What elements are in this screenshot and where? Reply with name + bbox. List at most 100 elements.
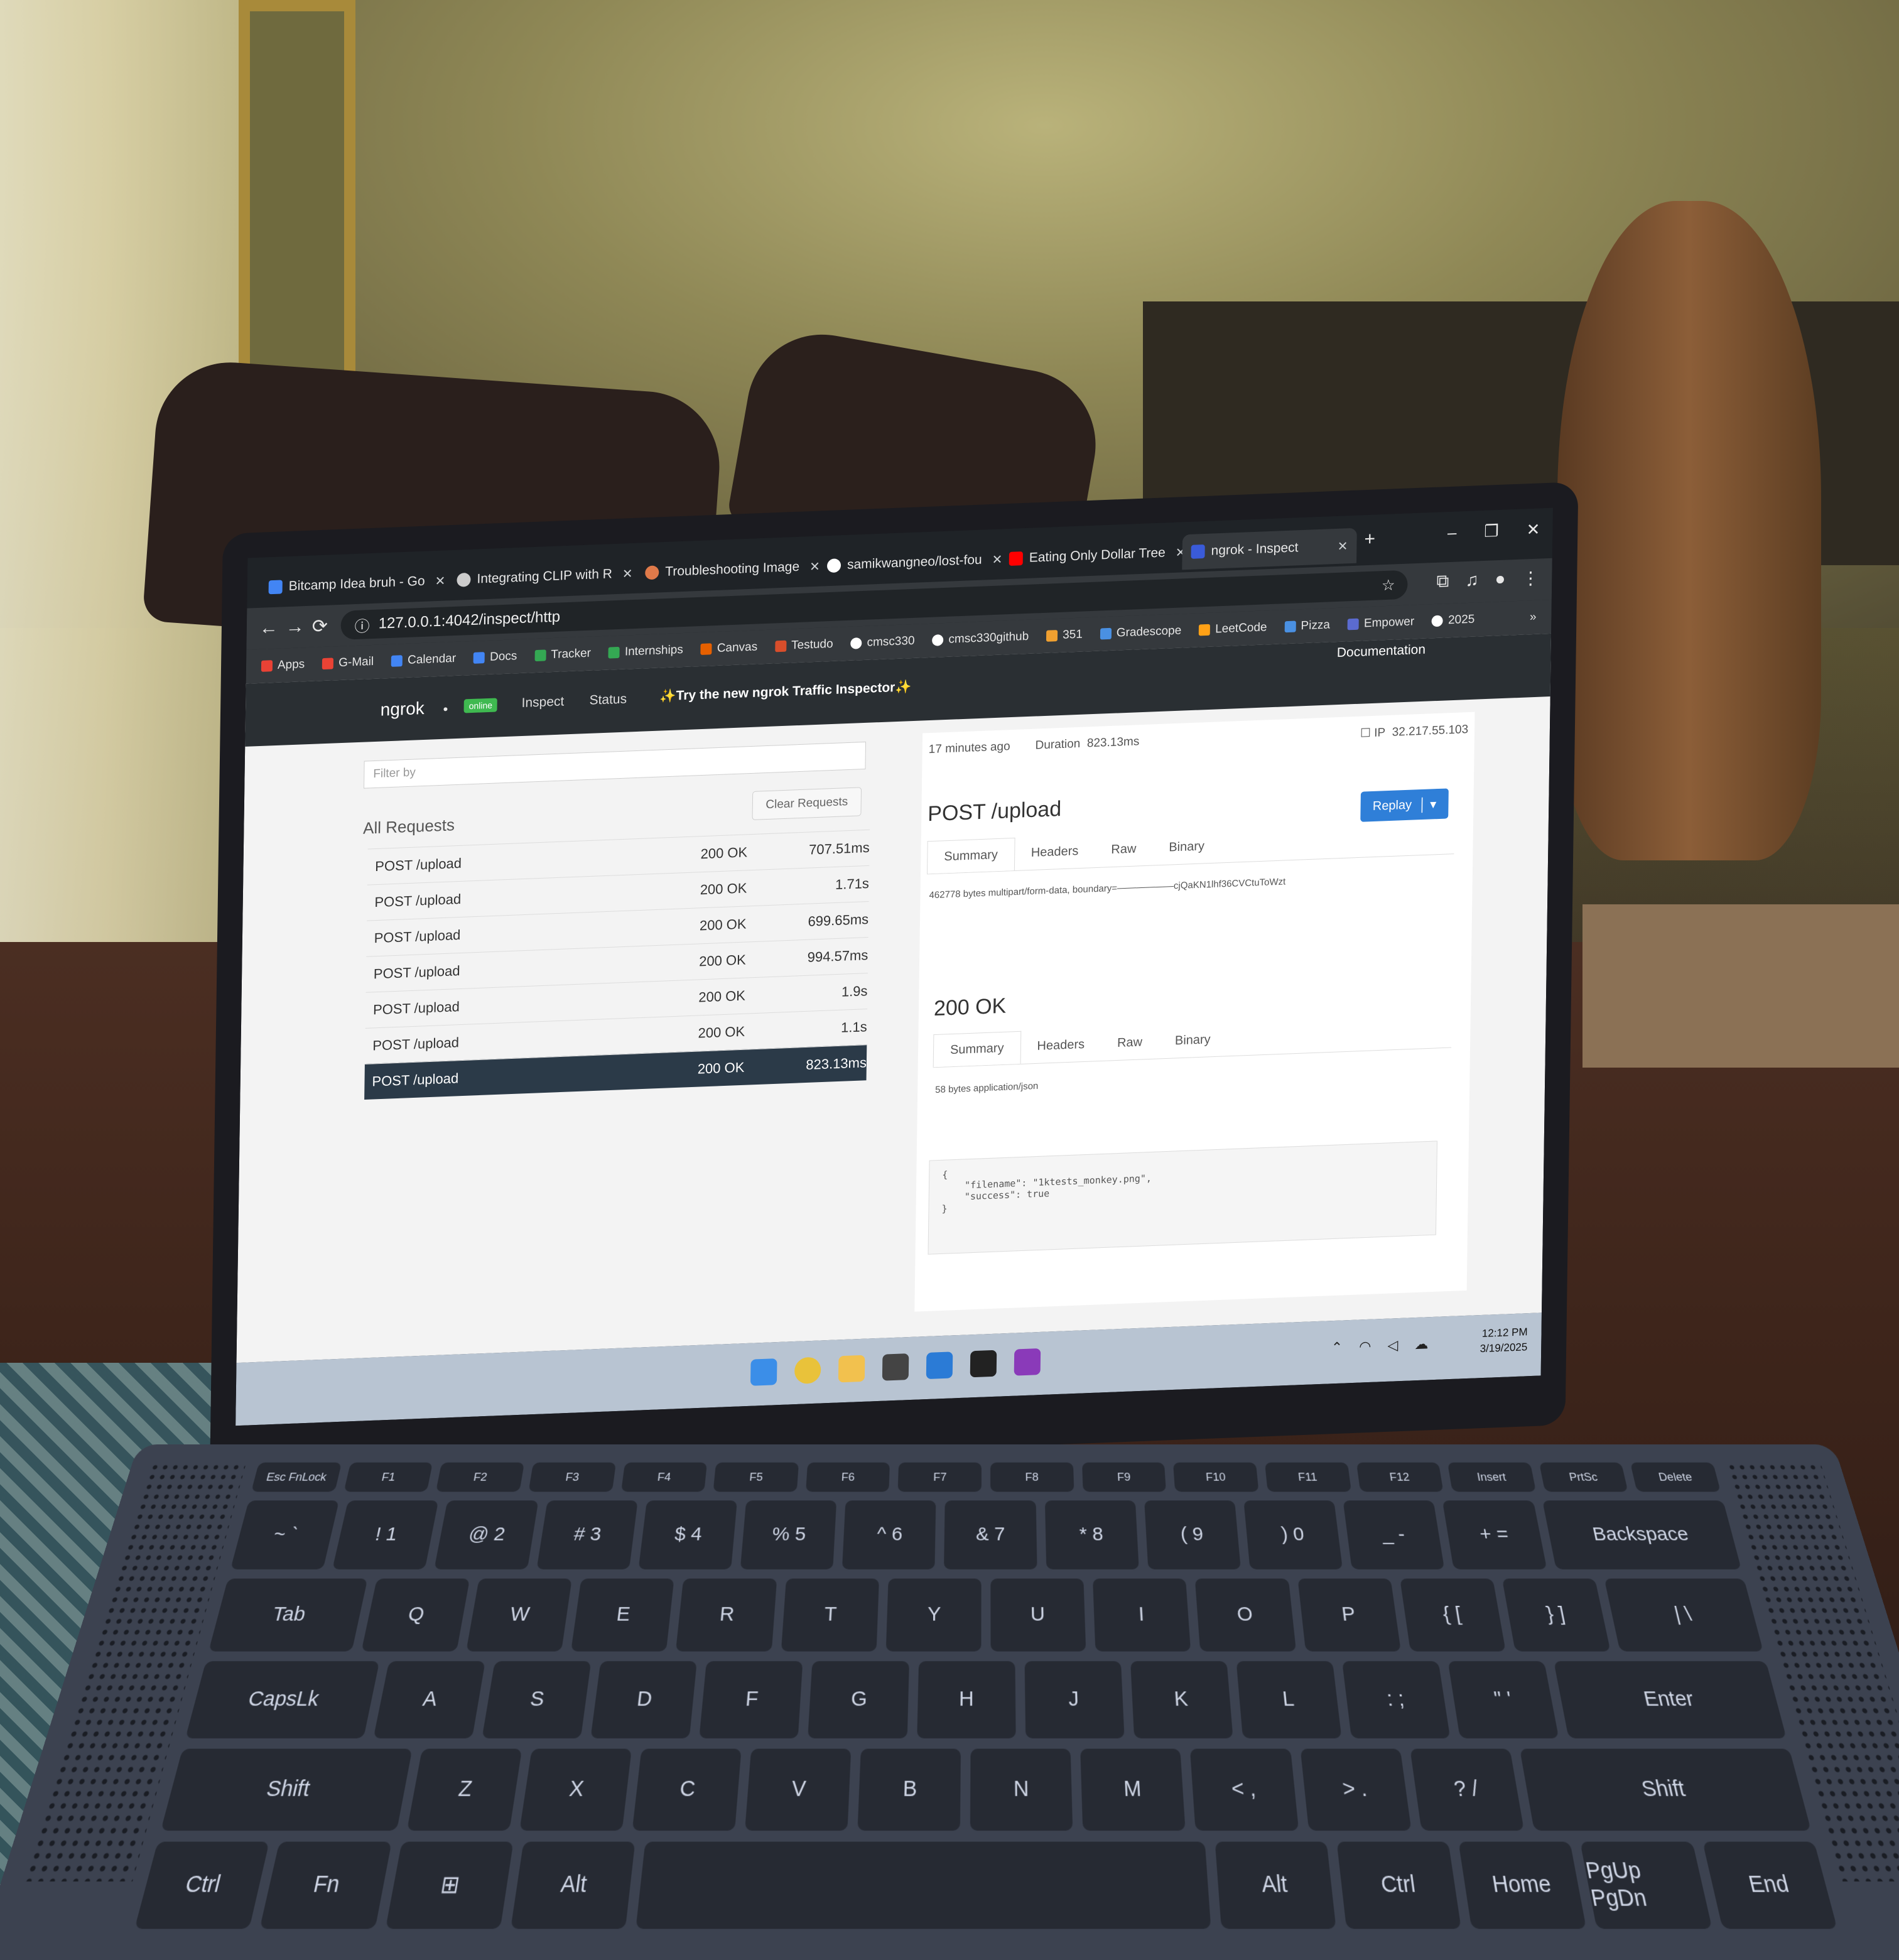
key[interactable]: End (1702, 1841, 1837, 1929)
key[interactable]: F3 (528, 1462, 616, 1492)
key[interactable]: Q (361, 1578, 470, 1652)
key[interactable]: Backspace (1542, 1500, 1742, 1569)
key[interactable]: + = (1442, 1500, 1547, 1569)
bookmark-apps[interactable]: Apps (261, 658, 305, 673)
key[interactable]: CapsLk (185, 1661, 380, 1739)
key[interactable]: E (571, 1578, 674, 1652)
key[interactable]: P (1297, 1578, 1401, 1652)
key[interactable]: < , (1190, 1748, 1299, 1831)
key[interactable]: A (373, 1661, 485, 1739)
key[interactable]: F6 (805, 1462, 890, 1492)
menu-icon[interactable]: ⋮ (1522, 568, 1539, 589)
terminal-icon[interactable] (882, 1353, 909, 1381)
nav-status[interactable]: Status (589, 691, 627, 708)
key[interactable]: " ' (1447, 1661, 1559, 1739)
key[interactable]: | \ (1604, 1578, 1764, 1652)
more-bookmarks-icon[interactable]: » (1530, 610, 1537, 624)
windows-start-icon[interactable] (750, 1358, 777, 1386)
key[interactable]: F11 (1264, 1462, 1351, 1492)
key[interactable]: F10 (1173, 1462, 1259, 1492)
key[interactable]: Home (1458, 1841, 1587, 1929)
new-tab-icon[interactable]: + (1364, 529, 1375, 551)
key[interactable]: G (808, 1661, 909, 1739)
key[interactable]: F2 (436, 1462, 525, 1492)
tab-headers[interactable]: Headers (1014, 835, 1095, 870)
key[interactable]: F (699, 1661, 803, 1739)
key[interactable]: # 3 (536, 1500, 638, 1569)
tab-summary[interactable]: Summary (927, 837, 1015, 874)
documentation-link[interactable]: Documentation (1337, 642, 1426, 661)
forward-icon[interactable]: → (286, 616, 305, 638)
key[interactable]: R (676, 1578, 777, 1652)
bookmark-pizza[interactable]: Pizza (1284, 618, 1330, 634)
tab-headers[interactable]: Headers (1020, 1028, 1101, 1064)
key[interactable]: ? / (1409, 1748, 1524, 1831)
key[interactable]: T (781, 1578, 879, 1652)
key[interactable]: * 8 (1044, 1500, 1139, 1569)
reload-icon[interactable]: ⟳ (312, 615, 328, 638)
key[interactable]: Insert (1447, 1462, 1536, 1492)
back-icon[interactable]: ← (259, 617, 278, 639)
tab-ngrok-inspect[interactable]: ngrok - Inspect ✕ (1182, 528, 1357, 570)
tab-integrating-clip[interactable]: Integrating CLIP with R ✕ (448, 555, 642, 598)
key[interactable]: S (482, 1661, 592, 1739)
key[interactable]: K (1130, 1661, 1233, 1739)
restore-icon[interactable]: ❐ (1484, 521, 1499, 541)
tab-youtube-dollar-tree[interactable]: Eating Only Dollar Tree ✕ (1000, 534, 1194, 577)
key[interactable]: Shift (1519, 1748, 1812, 1831)
key[interactable]: Tab (208, 1578, 368, 1652)
file-explorer-icon[interactable] (838, 1355, 865, 1383)
key[interactable]: { [ (1399, 1578, 1506, 1652)
bookmark-canvas[interactable]: Canvas (700, 640, 757, 656)
bookmark-gradescope[interactable]: Gradescope (1100, 624, 1181, 641)
extensions-icon[interactable]: ⧉ (1436, 571, 1449, 592)
key[interactable]: Ctrl (1336, 1841, 1462, 1929)
key[interactable]: J (1024, 1661, 1125, 1739)
profile-avatar[interactable]: ● (1495, 569, 1505, 590)
traffic-inspector-promo-link[interactable]: ✨Try the new ngrok Traffic Inspector✨ (659, 680, 911, 704)
key[interactable]: $ 4 (638, 1500, 737, 1569)
vscode-icon[interactable] (926, 1351, 953, 1380)
key[interactable]: ( 9 (1144, 1500, 1241, 1569)
close-icon[interactable]: ✕ (1338, 538, 1348, 555)
taskbar-clock[interactable]: 12:12 PM 3/19/2025 (1480, 1324, 1528, 1356)
site-info-icon[interactable]: ⓘ (354, 614, 369, 636)
bookmark-leetcode[interactable]: LeetCode (1199, 620, 1267, 637)
tab-troubleshooting[interactable]: Troubleshooting Image ✕ (636, 548, 829, 591)
key[interactable]: N (970, 1748, 1073, 1831)
chrome-icon[interactable] (794, 1356, 821, 1385)
bookmark-cmsc330[interactable]: cmsc330 (850, 634, 915, 651)
key[interactable]: F4 (620, 1462, 708, 1492)
system-tray[interactable]: ⌃ ◠ ◁ ☁ (1331, 1336, 1435, 1356)
key[interactable]: I (1093, 1578, 1191, 1652)
minimize-icon[interactable]: – (1447, 523, 1457, 543)
app-icon[interactable] (970, 1350, 997, 1378)
key[interactable]: > . (1300, 1748, 1412, 1831)
bookmark-tracker[interactable]: Tracker (534, 647, 591, 663)
key[interactable]: X (519, 1748, 632, 1831)
key[interactable]: : ; (1342, 1661, 1451, 1739)
filter-input[interactable]: Filter by (364, 741, 867, 789)
key[interactable]: F7 (897, 1462, 982, 1492)
close-icon[interactable]: ✕ (622, 565, 633, 582)
tab-raw[interactable]: Raw (1101, 1026, 1159, 1061)
key[interactable]: H (916, 1661, 1016, 1739)
ngrok-brand[interactable]: ngrok (381, 698, 425, 720)
bookmark-calendar[interactable]: Calendar (391, 652, 456, 668)
key[interactable]: M (1080, 1748, 1186, 1831)
media-icon[interactable]: ♫ (1465, 570, 1478, 591)
tab-binary[interactable]: Binary (1159, 1023, 1227, 1058)
key[interactable]: Alt (510, 1841, 636, 1929)
key[interactable]: ) 0 (1243, 1500, 1343, 1569)
spacebar[interactable] (636, 1841, 1211, 1929)
key[interactable]: B (857, 1748, 961, 1831)
key[interactable]: F8 (990, 1462, 1074, 1492)
key[interactable]: Shift (160, 1748, 413, 1831)
key[interactable]: ! 1 (332, 1500, 439, 1569)
key[interactable]: V (745, 1748, 852, 1831)
key[interactable]: ~ ` (230, 1500, 340, 1569)
nav-inspect[interactable]: Inspect (521, 694, 564, 711)
bookmark-2025[interactable]: 2025 (1431, 613, 1474, 629)
tab-bitcamp[interactable]: Bitcamp Idea bruh - Go ✕ (259, 563, 454, 605)
bookmark-star-icon[interactable]: ☆ (1382, 576, 1395, 595)
